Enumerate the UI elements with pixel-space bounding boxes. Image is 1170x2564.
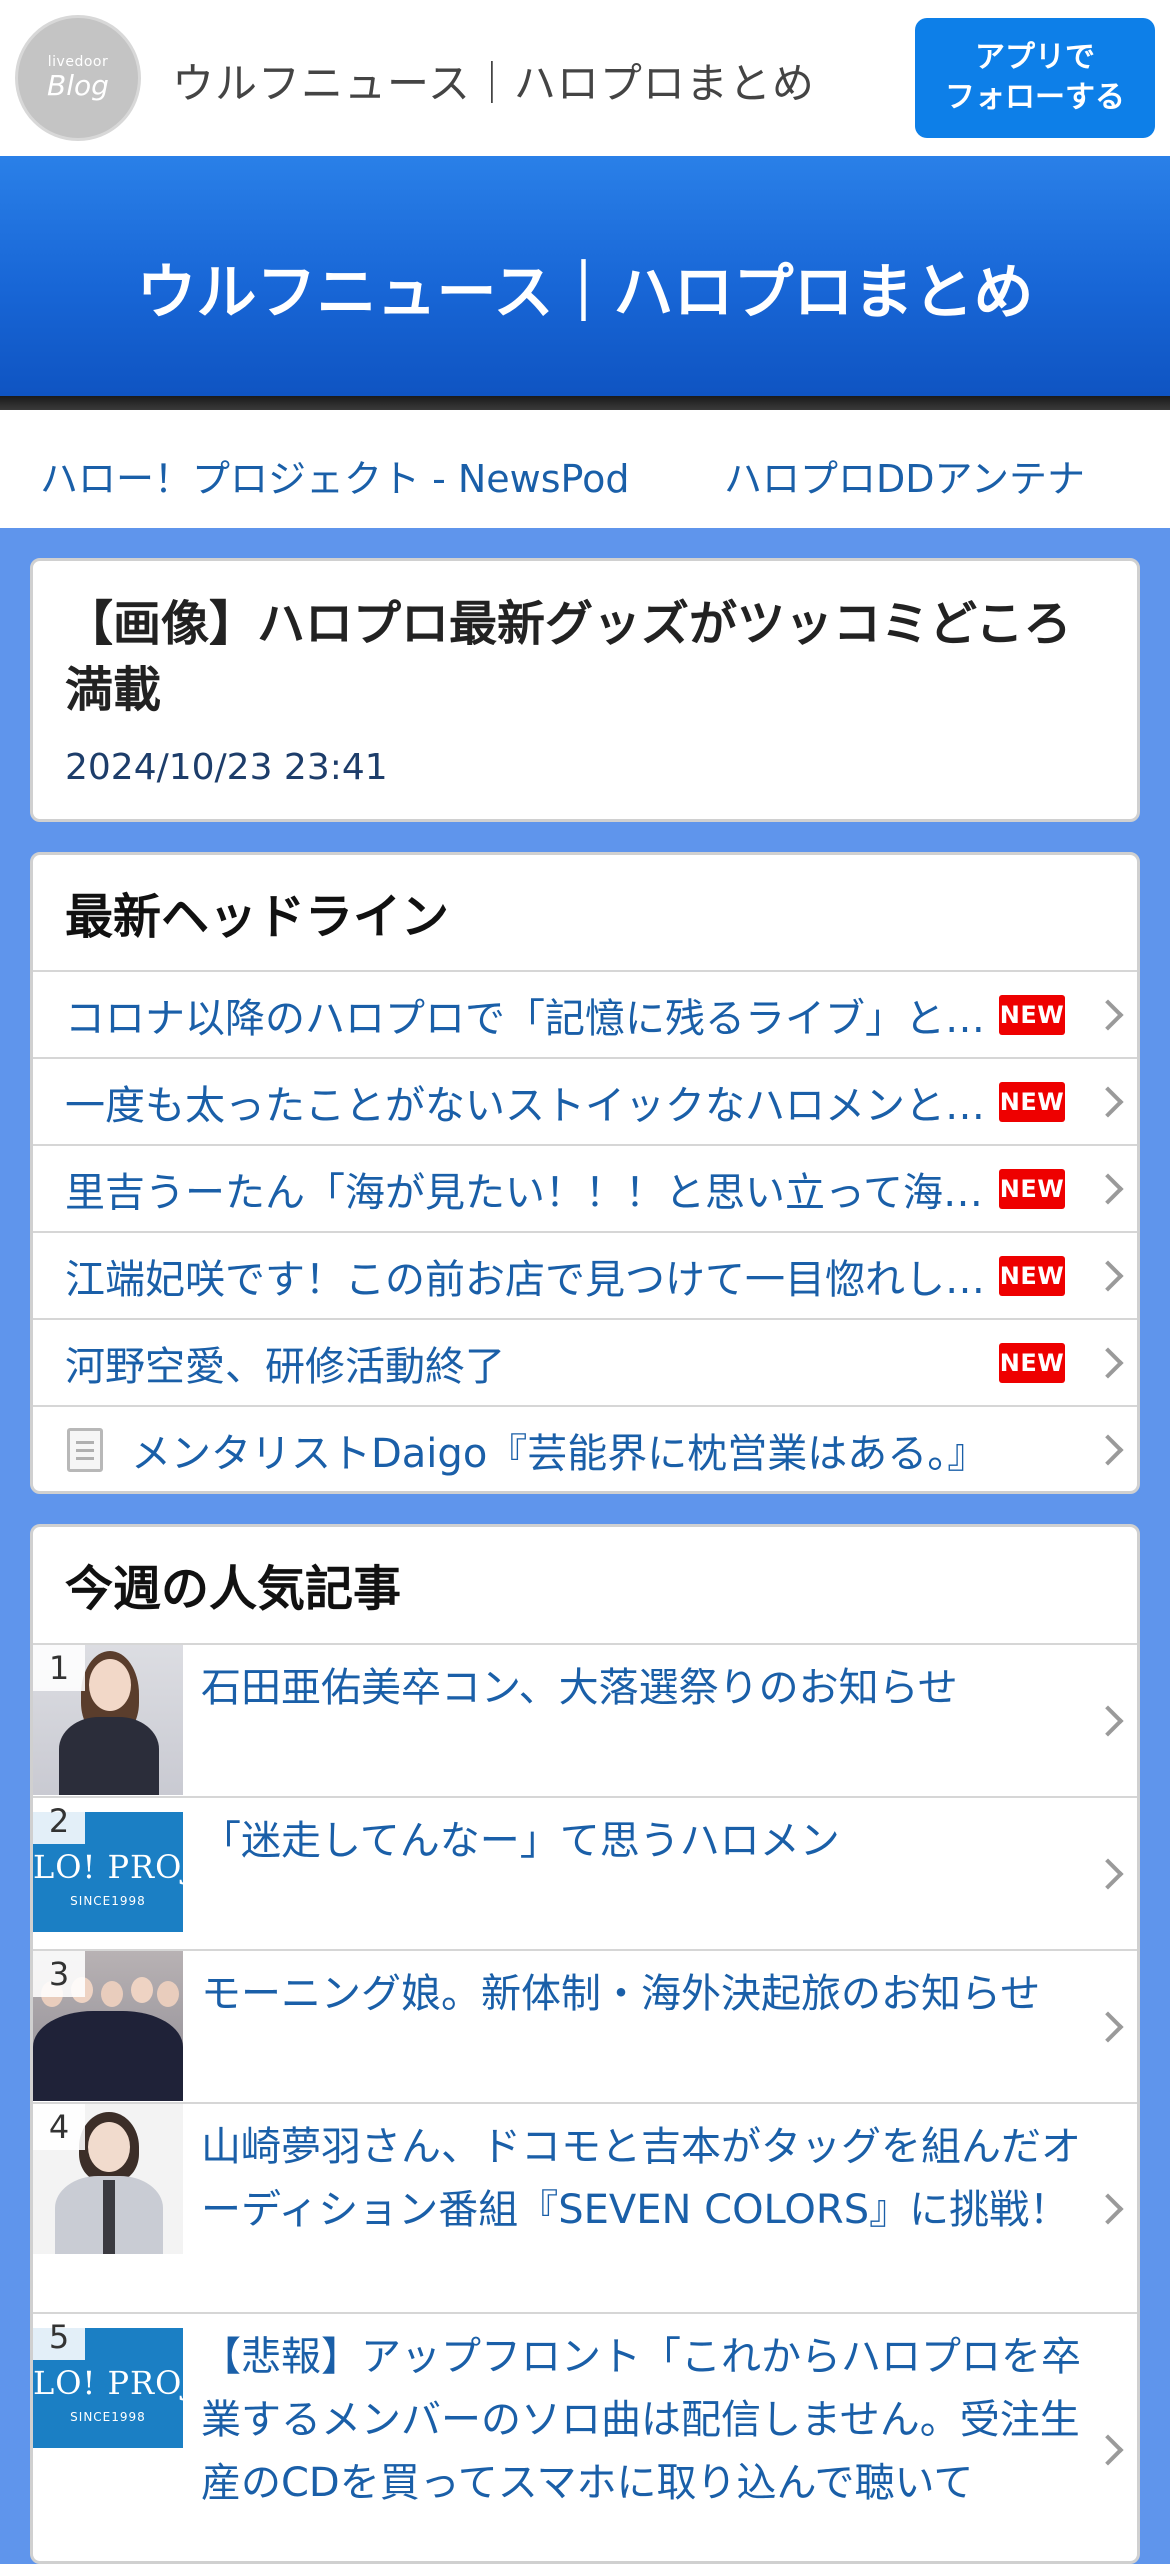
ranking-title: 石田亜佑美卒コン、大落選祭りのお知らせ: [201, 1665, 958, 1711]
chevron-right-icon: [1092, 1085, 1124, 1118]
headline-row[interactable]: 一度も太ったことがないストイックなハロメンといえば NEW: [33, 1057, 1137, 1144]
ranking-row[interactable]: 4 山崎夢羽さん、ドコモと吉本がタッグを組んだオーディション番組『SEVEN C…: [33, 2102, 1137, 2312]
rank-number: 4: [33, 2104, 85, 2150]
rank-number: 1: [33, 1645, 85, 1691]
rank-number: 2: [33, 1798, 85, 1844]
headlines-heading: 最新ヘッドライン: [65, 889, 450, 945]
ranking-title: 山崎夢羽さん、ドコモと吉本がタッグを組んだオーディション番組『SEVEN COL…: [201, 2124, 1081, 2233]
new-badge: NEW: [999, 1342, 1065, 1383]
article-date: 2024/10/23 23:41: [65, 747, 388, 788]
new-badge: NEW: [999, 994, 1065, 1035]
ranking-row[interactable]: LO! PROJ SINCE1998 2 「迷走してんなー」て思うハロメン: [33, 1796, 1137, 1949]
antenna-link-bar: ハロー！プロジェクト - NewsPod ハロプロDDアンテナ: [0, 410, 1170, 528]
new-badge: NEW: [999, 1168, 1065, 1209]
headline-text: 河野空愛、研修活動終了: [65, 1343, 505, 1390]
ranking-row[interactable]: LO! PROJ SINCE1998 5 【悲報】アップフロント「これからハロプ…: [33, 2312, 1137, 2561]
popular-heading: 今週の人気記事: [65, 1561, 402, 1617]
headline-text: 里吉うーたん「海が見たい！！！と思い立って海へ行ってきました: [65, 1169, 1015, 1216]
brand-logo-subtext: SINCE1998: [70, 2410, 146, 2424]
ranking-title: モーニング娘。新体制・海外決起旅のお知らせ: [201, 1971, 1041, 2017]
new-badge: NEW: [999, 1255, 1065, 1296]
chevron-right-icon: [1092, 1346, 1124, 1379]
latest-headlines-card: 最新ヘッドライン コロナ以降のハロプロで「記憶に残るライブ」といえば？ NEW …: [30, 852, 1140, 1494]
logo-big-text: Blog: [47, 69, 109, 102]
follow-in-app-button[interactable]: アプリで フォローする: [915, 18, 1155, 138]
chevron-right-icon: [1092, 998, 1124, 1031]
rank-number: 3: [33, 1951, 85, 1997]
brand-logo-text: LO! PROJ: [33, 2364, 183, 2402]
new-badge: NEW: [999, 1081, 1065, 1122]
hero-divider: [0, 396, 1170, 410]
brand-logo-subtext: SINCE1998: [70, 1894, 146, 1908]
headline-text: コロナ以降のハロプロで「記憶に残るライブ」といえば？: [65, 995, 1015, 1042]
follow-label-line2: フォローする: [945, 80, 1125, 115]
article-card: 【画像】ハロプロ最新グッズがツッコミどころ満載 2024/10/23 23:41: [30, 558, 1140, 822]
follow-label-line1: アプリで: [975, 40, 1095, 75]
hero-banner[interactable]: ウルフニュース｜ハロプロまとめ: [0, 156, 1170, 396]
chevron-right-icon: [1092, 1172, 1124, 1205]
top-app-bar: livedoor Blog ウルフニュース｜ハロプロまとめ アプリで フォローす…: [0, 0, 1170, 156]
chevron-right-icon: [1092, 1433, 1124, 1466]
ranking-title: 「迷走してんなー」て思うハロメン: [201, 1818, 840, 1864]
ranking-row[interactable]: 1 石田亜佑美卒コン、大落選祭りのお知らせ: [33, 1643, 1137, 1796]
ranking-title: 【悲報】アップフロント「これからハロプロを卒業するメンバーのソロ曲は配信しません…: [201, 2334, 1081, 2506]
headline-text: 江端妃咲です！この前お店で見つけて一目惚れしたもの: [65, 1256, 1015, 1303]
document-icon: [67, 1427, 103, 1472]
headline-row[interactable]: 里吉うーたん「海が見たい！！！と思い立って海へ行ってきました NEW: [33, 1144, 1137, 1231]
headline-text: メンタリストDaigo『芸能界に枕営業はある。』: [131, 1430, 988, 1477]
ranking-row[interactable]: 3 モーニング娘。新体制・海外決起旅のお知らせ: [33, 1949, 1137, 2102]
brand-logo-text: LO! PROJ: [33, 1848, 183, 1886]
hero-title: ウルフニュース｜ハロプロまとめ: [136, 258, 1034, 328]
headline-row[interactable]: メンタリストDaigo『芸能界に枕営業はある。』: [33, 1405, 1137, 1491]
blog-title[interactable]: ウルフニュース｜ハロプロまとめ: [172, 50, 815, 111]
link-dd-antenna[interactable]: ハロプロDDアンテナ: [724, 448, 1085, 503]
logo-small-text: livedoor: [47, 54, 109, 70]
headline-row[interactable]: 江端妃咲です！この前お店で見つけて一目惚れしたもの NEW: [33, 1231, 1137, 1318]
link-newspod[interactable]: ハロー！プロジェクト - NewsPod: [40, 448, 629, 503]
chevron-right-icon: [1092, 1259, 1124, 1292]
rank-number: 5: [33, 2314, 85, 2360]
article-title: 【画像】ハロプロ最新グッズがツッコミどころ満載: [65, 596, 1072, 718]
weekly-popular-card: 今週の人気記事 1 石田亜佑美卒コン、大落選祭りのお知らせ LO! PROJ S…: [30, 1524, 1140, 2564]
headline-text: 一度も太ったことがないストイックなハロメンといえば: [65, 1082, 1015, 1129]
livedoor-blog-logo[interactable]: livedoor Blog: [15, 15, 141, 141]
headline-row[interactable]: 河野空愛、研修活動終了 NEW: [33, 1318, 1137, 1405]
headline-row[interactable]: コロナ以降のハロプロで「記憶に残るライブ」といえば？ NEW: [33, 970, 1137, 1057]
